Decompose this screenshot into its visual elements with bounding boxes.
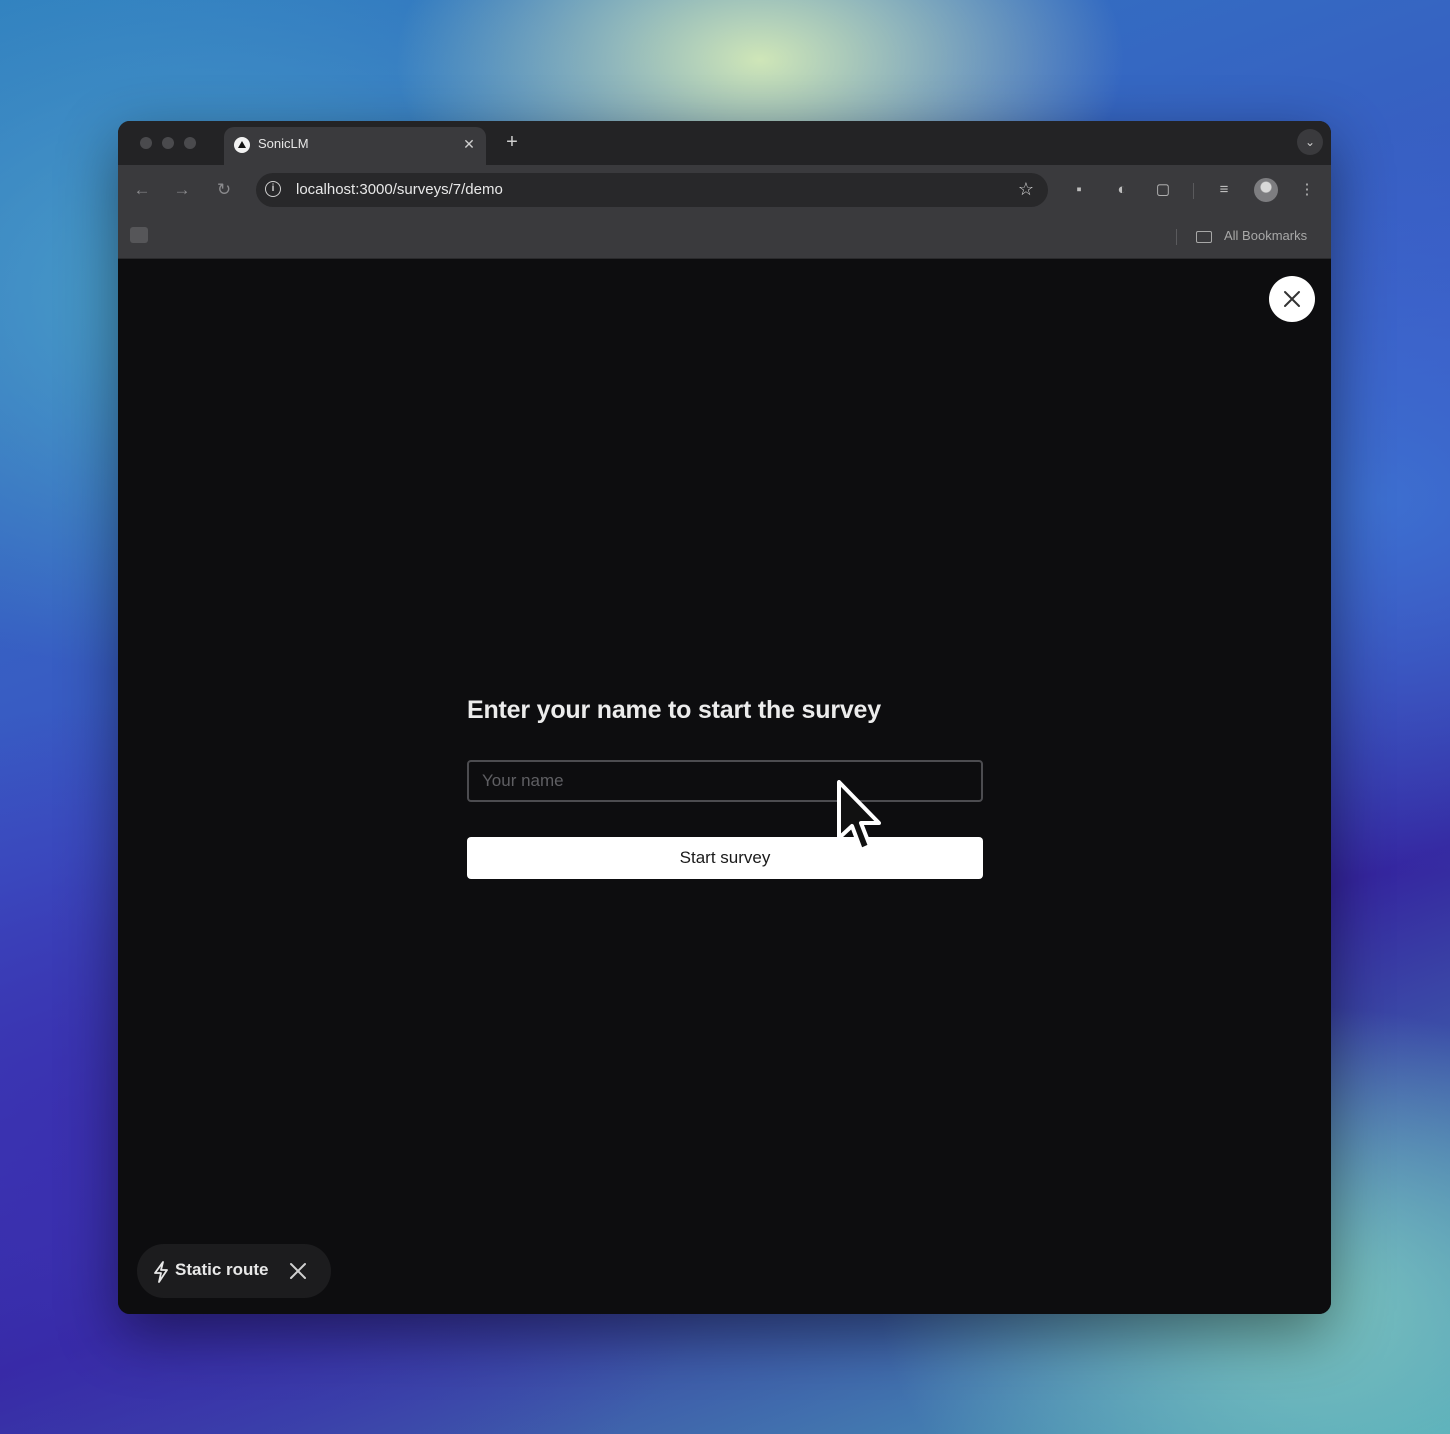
name-input[interactable]: [467, 760, 983, 802]
tab-strip: SonicLM ✕ + ⌄: [118, 121, 1331, 165]
start-survey-button[interactable]: Start survey: [467, 837, 983, 879]
profile-avatar-icon[interactable]: [1254, 178, 1278, 202]
bookmarks-bar: All Bookmarks: [118, 215, 1331, 259]
page-viewport: Enter your name to start the survey Star…: [118, 259, 1331, 1314]
folder-icon: [1196, 231, 1212, 243]
extensions-puzzle-icon[interactable]: ▢: [1152, 179, 1174, 201]
reload-icon[interactable]: ↻: [212, 178, 236, 202]
tab-search-chevron-icon[interactable]: ⌄: [1297, 129, 1323, 155]
static-route-label: Static route: [175, 1260, 269, 1279]
survey-start-form: Enter your name to start the survey Star…: [467, 696, 983, 879]
bookmark-star-icon[interactable]: ☆: [1018, 179, 1034, 200]
page-heading: Enter your name to start the survey: [467, 696, 881, 724]
more-menu-icon[interactable]: ⋮: [1296, 179, 1318, 201]
tab-title: SonicLM: [258, 136, 309, 151]
translate-extension-icon[interactable]: ◐: [1111, 179, 1133, 201]
back-arrow-icon[interactable]: ←: [130, 178, 154, 202]
all-bookmarks-link[interactable]: All Bookmarks: [1224, 228, 1307, 243]
site-info-icon[interactable]: i: [265, 181, 281, 197]
static-route-badge[interactable]: Static route: [137, 1244, 331, 1298]
reading-list-icon[interactable]: ≡: [1213, 179, 1235, 201]
new-tab-plus-icon[interactable]: +: [500, 131, 524, 155]
window-close-dot[interactable]: [140, 137, 152, 149]
close-icon: [1284, 291, 1300, 307]
forward-arrow-icon[interactable]: →: [170, 178, 194, 202]
window-minimize-dot[interactable]: [162, 137, 174, 149]
window-zoom-dot[interactable]: [184, 137, 196, 149]
browser-toolbar: ← → ↻ i localhost:3000/surveys/7/demo ☆ …: [118, 165, 1331, 215]
mouse-cursor-icon: [837, 780, 881, 852]
close-button[interactable]: [1269, 276, 1315, 322]
tab-close-icon[interactable]: ✕: [460, 135, 478, 153]
favicon-icon: [234, 137, 250, 153]
address-bar[interactable]: i localhost:3000/surveys/7/demo ☆: [256, 173, 1048, 207]
toolbar-divider: [1193, 183, 1194, 199]
lightning-bolt-icon: [154, 1261, 168, 1283]
extension-icon[interactable]: ▪: [1068, 179, 1090, 201]
browser-window: SonicLM ✕ + ⌄ ← → ↻ i localhost:3000/sur…: [118, 121, 1331, 1314]
bookmarks-divider: [1176, 229, 1177, 245]
apps-grid-icon[interactable]: [130, 227, 148, 243]
address-url[interactable]: localhost:3000/surveys/7/demo: [296, 181, 503, 198]
close-icon[interactable]: [289, 1262, 307, 1280]
tab-active[interactable]: SonicLM ✕: [224, 127, 486, 165]
